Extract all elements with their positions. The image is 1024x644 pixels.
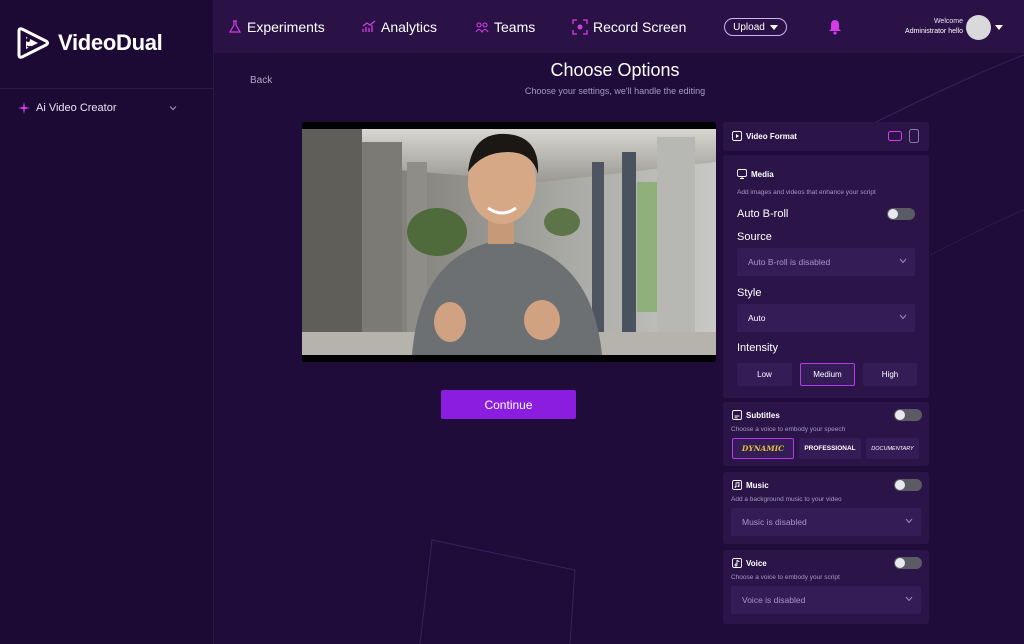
landscape-format-icon[interactable] (888, 131, 902, 141)
brand-name: VideoDual (58, 30, 163, 55)
nav-teams-label: Teams (494, 18, 536, 35)
teams-icon (475, 21, 489, 33)
video-format-header: Video Format (732, 131, 797, 141)
page-title: Choose Options (550, 60, 680, 80)
music-title: Music (746, 480, 769, 490)
play-box-icon (732, 131, 742, 141)
music-description: Add a background music to your video (731, 496, 842, 503)
bell-icon[interactable] (828, 19, 842, 35)
nav-analytics-label: Analytics (381, 18, 438, 35)
style-select[interactable]: Auto (737, 304, 915, 332)
intensity-high-button[interactable]: High (863, 363, 917, 386)
nav-record-screen-label: Record Screen (593, 18, 687, 35)
page-subtitle: Choose your settings, we'll handle the e… (524, 86, 706, 96)
account-menu-caret-icon[interactable] (995, 25, 1003, 30)
intensity-label: Intensity (737, 342, 778, 354)
brand-logo[interactable]: VideoDual (16, 27, 163, 59)
chevron-down-icon (905, 596, 913, 602)
voice-toggle[interactable] (894, 557, 922, 569)
subtitles-toggle[interactable] (894, 409, 922, 421)
user-greeting: Welcome Administrator hello (905, 17, 963, 37)
portrait-format-icon[interactable] (909, 129, 919, 143)
voice-icon (732, 558, 742, 568)
subtitle-style-dynamic[interactable]: DYNAMIC (732, 438, 794, 459)
welcome-text: Welcome (933, 18, 963, 25)
sparkle-icon (18, 102, 30, 114)
music-header: Music (732, 480, 769, 490)
video-format-title: Video Format (746, 131, 797, 141)
media-title: Media (751, 169, 774, 179)
auto-broll-toggle[interactable] (887, 208, 915, 220)
music-select-value: Music is disabled (742, 517, 807, 527)
back-link[interactable]: Back (250, 75, 272, 86)
media-description: Add images and videos that enhance your … (737, 189, 876, 196)
avatar[interactable] (966, 15, 991, 40)
intensity-low-button[interactable]: Low (737, 363, 792, 386)
intensity-medium-button[interactable]: Medium (800, 363, 855, 386)
subtitle-style-professional[interactable]: PROFESSIONAL (799, 438, 861, 459)
subtitles-description: Choose a voice to embody your speech (731, 426, 846, 433)
user-name: Administrator hello (905, 28, 963, 35)
nav-experiments[interactable]: Experiments (228, 0, 325, 53)
style-select-value: Auto (748, 313, 766, 323)
source-select-value: Auto B-roll is disabled (748, 257, 831, 267)
record-screen-icon (572, 18, 588, 35)
chevron-down-icon (169, 106, 177, 111)
nav-teams[interactable]: Teams (475, 0, 535, 53)
sidebar-item-label: Ai Video Creator (36, 102, 117, 114)
subtitles-header: Subtitles (732, 410, 780, 420)
video-frame-image (302, 122, 716, 362)
upload-label: Upload (733, 21, 765, 33)
chevron-down-icon (905, 518, 913, 524)
nav-analytics[interactable]: Analytics (362, 0, 437, 53)
music-toggle[interactable] (894, 479, 922, 491)
video-format-section: Video Format (723, 122, 929, 151)
music-note-icon (732, 480, 742, 490)
subtitle-style-documentary[interactable]: DOCUMENTARY (866, 438, 919, 459)
top-navigation-bar: Experiments Analytics Teams Record Scree… (214, 0, 1024, 53)
auto-broll-label: Auto B-roll (737, 208, 789, 220)
caret-down-icon (769, 24, 778, 30)
sidebar-item-ai-video-creator[interactable]: Ai Video Creator (18, 99, 178, 117)
source-select[interactable]: Auto B-roll is disabled (737, 248, 915, 276)
voice-header: Voice (732, 558, 767, 568)
flask-icon (228, 19, 242, 33)
nav-experiments-label: Experiments (247, 18, 325, 35)
music-select[interactable]: Music is disabled (731, 508, 921, 536)
voice-section: Voice Choose a voice to embody your scri… (723, 550, 929, 624)
videodual-logo-icon (17, 27, 49, 59)
subtitle-style-dynamic-label: DYNAMIC (741, 444, 785, 453)
analytics-chart-icon (362, 19, 376, 32)
voice-title: Voice (746, 558, 767, 568)
video-preview[interactable] (302, 122, 716, 362)
subtitles-title: Subtitles (746, 410, 780, 420)
voice-select-value: Voice is disabled (742, 595, 806, 605)
media-section: Media Add images and videos that enhance… (723, 155, 929, 398)
subtitles-section: Subtitles Choose a voice to embody your … (723, 402, 929, 466)
source-label: Source (737, 231, 772, 243)
continue-button[interactable]: Continue (441, 390, 576, 419)
chevron-down-icon (899, 258, 907, 264)
style-label: Style (737, 287, 762, 299)
upload-dropdown[interactable]: Upload (724, 18, 787, 36)
subtitles-icon (732, 410, 742, 420)
voice-select[interactable]: Voice is disabled (731, 586, 921, 614)
voice-description: Choose a voice to embody your script (731, 574, 840, 581)
nav-record-screen[interactable]: Record Screen (572, 0, 686, 53)
media-header: Media (737, 169, 774, 179)
chevron-down-icon (899, 314, 907, 320)
sidebar-divider (0, 88, 214, 89)
subtitle-style-documentary-label: DOCUMENTARY (871, 445, 914, 452)
music-section: Music Add a background music to your vid… (723, 472, 929, 544)
media-icon (737, 169, 747, 179)
sidebar: VideoDual Ai Video Creator (0, 0, 214, 644)
subtitle-style-professional-label: PROFESSIONAL (804, 445, 856, 452)
